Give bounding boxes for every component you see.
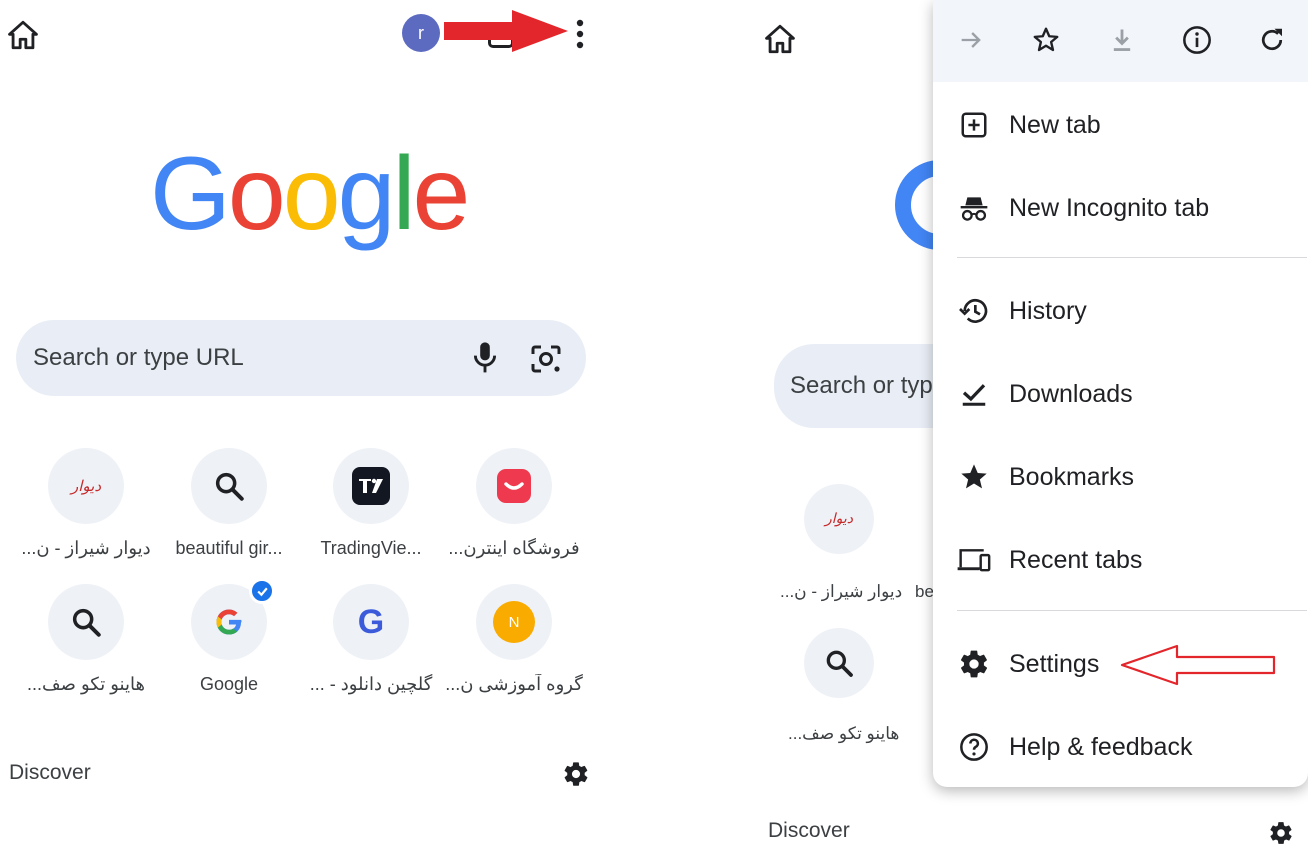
home-icon[interactable] — [763, 22, 797, 56]
downloads-icon — [962, 384, 986, 406]
chrome-new-tab-page: r Google Search or type URL دیوار دیوار … — [0, 0, 620, 846]
discover-heading: Discover — [768, 819, 850, 842]
digikala-logo — [497, 469, 531, 503]
g-letter-logo: G — [333, 584, 409, 660]
menu-item-bookmarks[interactable]: Bookmarks — [933, 442, 1308, 512]
shortcut-label: هاینو تکو صف... — [27, 674, 145, 694]
divar-logo: دیوار — [48, 448, 124, 524]
lens-camera-icon[interactable] — [530, 344, 562, 374]
reload-button[interactable] — [1252, 20, 1292, 60]
shortcut-label: گلچین دانلود - ... — [309, 674, 433, 694]
download-page-button[interactable] — [1102, 20, 1142, 60]
shortcut-tile[interactable]: فروشگاه اینترن... — [439, 448, 589, 559]
shortcut-tile[interactable]: هاینو تکو صف... — [11, 584, 161, 695]
search-input[interactable]: Search or type — [790, 372, 946, 400]
history-icon — [959, 299, 988, 323]
divar-logo[interactable]: دیوار — [804, 484, 874, 554]
discover-settings-gear-icon[interactable] — [562, 760, 590, 788]
menu-item-history[interactable]: History — [933, 276, 1308, 346]
verified-check-badge — [249, 578, 275, 604]
shortcut-tile[interactable]: beautiful gir... — [154, 448, 304, 559]
star-icon — [1033, 27, 1059, 52]
help-icon — [960, 733, 988, 761]
info-icon — [1183, 26, 1211, 54]
menu-item-label: History — [1009, 296, 1087, 325]
incognito-icon — [960, 197, 988, 221]
menu-item-label: New tab — [1009, 110, 1101, 139]
menu-item-label: Recent tabs — [1009, 545, 1143, 574]
search-icon — [72, 608, 101, 637]
shortcut-tile[interactable] — [804, 628, 874, 698]
shortcut-tile[interactable]: دیوار دیوار شیراز - ن... — [11, 448, 161, 559]
menu-item-help-feedback[interactable]: Help & feedback — [933, 712, 1308, 782]
shortcut-label: دیوار شیراز - ن... — [21, 538, 151, 558]
download-icon — [1113, 29, 1131, 51]
menu-divider — [957, 610, 1307, 611]
profile-avatar[interactable]: r — [402, 14, 440, 52]
n-letter-logo: N — [493, 601, 535, 643]
menu-item-new-tab[interactable]: New tab — [933, 90, 1308, 160]
google-logo: Google — [150, 136, 470, 252]
forward-button[interactable] — [951, 20, 991, 60]
bookmarks-star-icon — [961, 464, 987, 489]
shortcut-label: Google — [199, 674, 259, 694]
shortcut-label: TradingVie... — [320, 538, 422, 558]
annotation-arrow-left — [1120, 644, 1276, 686]
menu-toolbar — [933, 0, 1308, 82]
menu-item-downloads[interactable]: Downloads — [933, 359, 1308, 429]
forward-icon — [961, 32, 981, 48]
search-icon — [826, 650, 853, 677]
menu-item-label: Downloads — [1009, 379, 1133, 408]
menu-item-label: Settings — [1009, 649, 1100, 678]
shortcut-label: فروشگاه اینترن... — [448, 538, 580, 558]
menu-divider — [957, 257, 1307, 258]
google-g-logo — [216, 609, 242, 635]
search-icon — [215, 472, 244, 501]
shortcut-label: be — [915, 582, 934, 601]
menu-item-recent-tabs[interactable]: Recent tabs — [933, 525, 1308, 595]
microphone-icon[interactable] — [470, 340, 500, 376]
menu-item-label: Bookmarks — [1009, 462, 1135, 491]
profile-initial: r — [418, 22, 424, 43]
shortcut-label: هاینو تکو صف... — [788, 724, 900, 743]
menu-item-label: Help & feedback — [1009, 732, 1193, 761]
discover-settings-gear-icon[interactable] — [1268, 820, 1294, 846]
shortcut-tile[interactable]: G گلچین دانلود - ... — [296, 584, 446, 695]
shortcut-tile[interactable]: N گروه آموزشی ن... — [439, 584, 589, 695]
shortcut-label: دیوار شیراز - ن... — [780, 582, 903, 601]
annotation-arrow-right — [444, 10, 568, 52]
check-icon — [256, 587, 268, 596]
recent-tabs-icon — [957, 549, 991, 572]
discover-heading: Discover — [9, 761, 91, 784]
search-box[interactable]: Search or type URL — [16, 320, 586, 396]
tradingview-logo — [352, 467, 390, 505]
menu-item-label: New Incognito tab — [1009, 193, 1210, 222]
shortcut-tile[interactable]: TradingVie... — [296, 448, 446, 559]
page-info-button[interactable] — [1177, 20, 1217, 60]
shortcut-label: گروه آموزشی ن... — [445, 674, 583, 694]
shortcut-label: beautiful gir... — [175, 538, 283, 558]
new-tab-icon — [961, 112, 987, 138]
shortcut-tile[interactable]: Google — [154, 578, 304, 695]
home-icon[interactable] — [6, 18, 40, 52]
settings-gear-icon — [960, 650, 988, 678]
bookmark-this-page-button[interactable] — [1026, 20, 1066, 60]
menu-item-new-incognito-tab[interactable]: New Incognito tab — [933, 173, 1308, 243]
chrome-overflow-menu: New tab New Incognito tab History Downlo… — [933, 0, 1308, 787]
more-options-icon[interactable] — [566, 18, 594, 50]
reload-icon — [1261, 28, 1283, 51]
search-input[interactable]: Search or type URL — [33, 344, 244, 372]
